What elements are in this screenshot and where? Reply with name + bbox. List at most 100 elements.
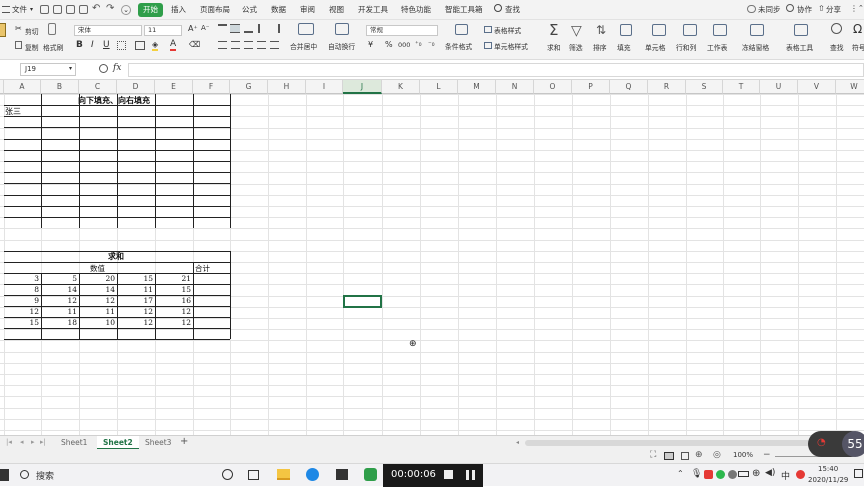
worksheet-icon[interactable] (713, 24, 727, 36)
column-header-f[interactable]: F (193, 80, 230, 94)
data-cell[interactable]: 12 (171, 306, 191, 317)
fullscreen-icon[interactable]: ⛶ (650, 450, 656, 460)
decrease-font-icon[interactable]: A⁻ (201, 24, 209, 32)
column-header-t[interactable]: T (723, 80, 760, 94)
share-button[interactable]: 分享 (824, 3, 843, 17)
tray-app2-icon[interactable] (728, 470, 737, 479)
increase-font-icon[interactable]: A⁺ (188, 24, 198, 33)
redo-icon[interactable]: ↷ (106, 3, 114, 14)
data-cell[interactable]: 11 (57, 306, 77, 317)
selected-cell-j19[interactable] (343, 295, 382, 308)
bold-button[interactable]: B (76, 40, 83, 50)
percent-button[interactable]: % (385, 40, 393, 49)
tab-view[interactable]: 视图 (327, 3, 346, 17)
search-command[interactable]: 查找 (503, 3, 522, 17)
tab-formulas[interactable]: 公式 (240, 3, 259, 17)
merge-icon[interactable] (135, 41, 145, 50)
zoom-level[interactable]: 100% (733, 451, 753, 459)
data-cell[interactable]: 14 (95, 284, 115, 295)
merge-center-icon[interactable] (298, 23, 314, 35)
windows-start-icon[interactable] (0, 469, 9, 481)
column-header-c[interactable]: C (79, 80, 117, 94)
table-tools-button[interactable]: 表格工具 (786, 42, 813, 52)
cell-button[interactable]: 单元格 (645, 42, 665, 52)
cut-button[interactable]: 剪切 (25, 26, 39, 36)
copy-button[interactable]: 复制 (25, 42, 39, 52)
column-header-r[interactable]: R (648, 80, 686, 94)
column-header-q[interactable]: Q (610, 80, 648, 94)
column-header-v[interactable]: V (798, 80, 836, 94)
font-name-select[interactable]: 宋体 (74, 25, 142, 36)
format-painter-button[interactable]: 格式刷 (43, 42, 63, 52)
column-header-d[interactable]: D (117, 80, 155, 94)
name-box[interactable]: J19 (20, 63, 76, 76)
file-explorer-icon[interactable] (277, 469, 290, 480)
edge-icon[interactable] (306, 468, 319, 481)
normal-view-icon[interactable] (664, 452, 674, 460)
first-sheet-icon[interactable]: |◂ (6, 438, 12, 446)
stop-recording-icon[interactable] (444, 470, 453, 479)
clock-time[interactable]: 15:40 (818, 465, 838, 473)
export-pdf-icon[interactable] (53, 5, 62, 14)
distributed-icon[interactable] (270, 41, 279, 49)
filter-icon[interactable]: ▽ (571, 23, 582, 39)
align-middle-icon[interactable] (230, 24, 240, 33)
data-cell[interactable]: 11 (95, 306, 115, 317)
tab-data[interactable]: 数据 (269, 3, 288, 17)
page-layout-icon[interactable]: ⊕ (695, 450, 703, 460)
align-bottom-icon[interactable] (244, 24, 253, 33)
sheet-tab-1[interactable]: Sheet1 (55, 436, 93, 450)
fill-color-icon[interactable]: ◈ (152, 40, 159, 51)
data-cell[interactable]: 9 (19, 295, 39, 306)
column-header-h[interactable]: H (268, 80, 306, 94)
menu-icon[interactable] (2, 6, 10, 13)
freeze-panes-button[interactable]: 冻结窗格 (742, 42, 769, 52)
spreadsheet-grid[interactable]: ABCDEFGHIJKLMNOPQRSTUVW 向下填充、向右填充 张三 求和 … (0, 80, 864, 435)
task-view-icon[interactable] (248, 470, 259, 480)
data-cell[interactable]: 20 (95, 273, 115, 284)
sum-icon[interactable]: Σ (549, 21, 558, 39)
conditional-format-button[interactable]: 条件格式 (445, 41, 472, 51)
find-icon[interactable] (831, 23, 842, 34)
tab-home[interactable]: 开始 (138, 3, 163, 17)
page-break-icon[interactable] (681, 452, 689, 460)
data-cell[interactable]: 5 (57, 273, 77, 284)
increase-decimal-icon[interactable]: ⁺₀ (415, 40, 422, 48)
last-sheet-icon[interactable]: ▸| (40, 438, 46, 446)
column-header-k[interactable]: K (382, 80, 420, 94)
data-cell[interactable]: 15 (19, 317, 39, 328)
column-header-u[interactable]: U (760, 80, 798, 94)
outdent-icon[interactable] (271, 24, 280, 33)
symbol-button[interactable]: 符号 (852, 42, 864, 52)
ime-indicator[interactable]: 中 (781, 469, 790, 482)
print-icon[interactable] (66, 5, 75, 14)
volume-icon[interactable]: ◀) (765, 468, 775, 478)
data-cell[interactable]: 16 (171, 295, 191, 306)
sort-icon[interactable]: ⇅ (596, 23, 606, 37)
column-header-g[interactable]: G (230, 80, 268, 94)
save-icon[interactable] (40, 5, 49, 14)
align-right-icon[interactable] (244, 41, 253, 49)
data-cell[interactable]: 12 (95, 295, 115, 306)
horizontal-scrollbar[interactable] (525, 440, 825, 446)
underline-button[interactable]: U (103, 40, 110, 50)
clock-date[interactable]: 2020/11/29 (808, 476, 848, 484)
tab-page-layout[interactable]: 页面布局 (198, 3, 232, 17)
add-sheet-button[interactable]: + (180, 436, 188, 447)
wrap-text-button[interactable]: 自动换行 (328, 41, 355, 51)
data-cell[interactable]: 12 (133, 306, 153, 317)
prev-sheet-icon[interactable]: ◂ (20, 438, 24, 446)
tray-chevron-icon[interactable]: ⌃ (677, 469, 684, 478)
font-color-button[interactable]: A (170, 39, 177, 51)
row-col-button[interactable]: 行和列 (676, 42, 696, 52)
column-header-o[interactable]: O (534, 80, 572, 94)
tray-app3-icon[interactable] (796, 470, 805, 479)
find-button[interactable]: 查找 (830, 42, 844, 52)
select-all-corner[interactable] (0, 80, 4, 94)
align-center-icon[interactable] (231, 41, 240, 49)
conditional-format-icon[interactable] (455, 24, 468, 35)
clear-format-icon[interactable]: ⌫ (189, 40, 200, 49)
decrease-decimal-icon[interactable]: ⁻₀ (428, 40, 435, 48)
column-header-e[interactable]: E (155, 80, 193, 94)
sync-status[interactable]: 未同步 (756, 3, 783, 17)
